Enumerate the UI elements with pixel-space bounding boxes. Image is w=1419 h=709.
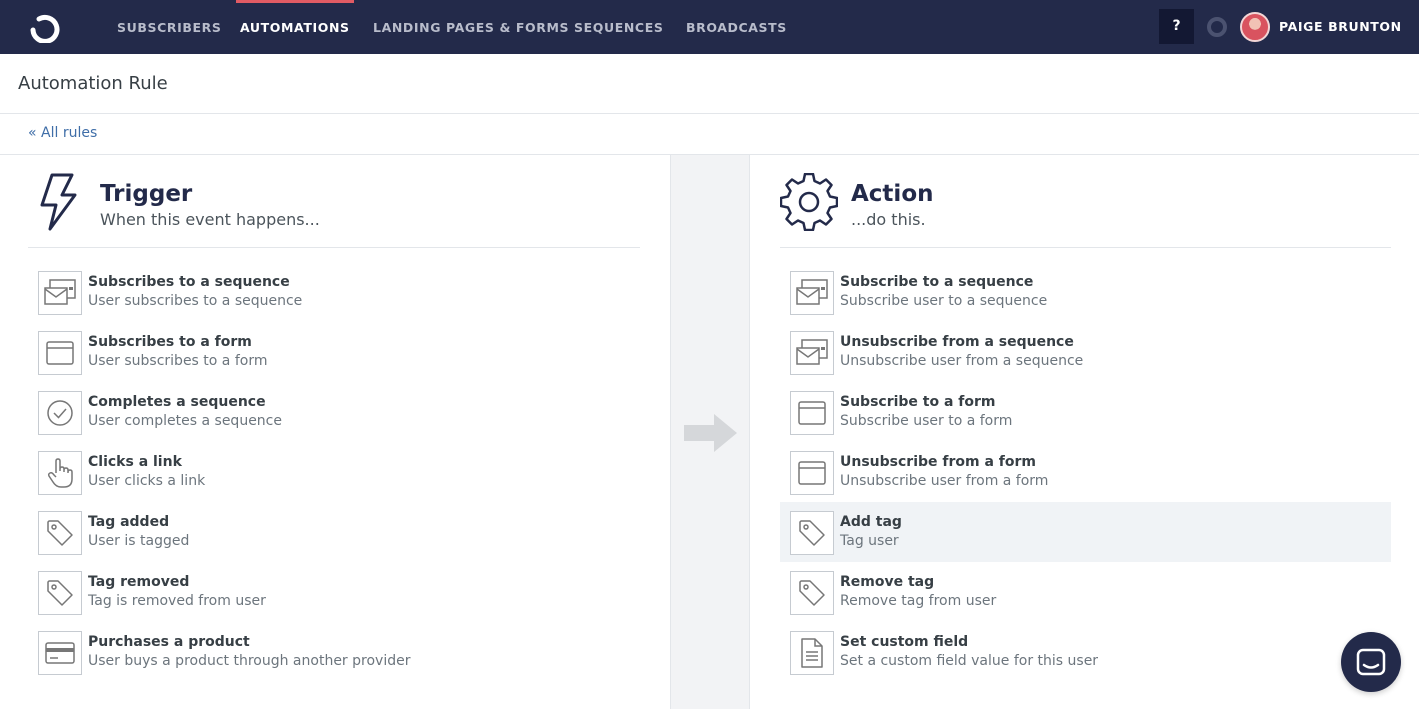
trigger-option-completes-sequence[interactable]: Completes a sequence User completes a se… [28,382,640,442]
option-subtitle: User completes a sequence [88,413,282,429]
chat-widget-button[interactable] [1341,632,1401,692]
trigger-header: Trigger When this event happens... [28,155,640,248]
action-option-add-tag[interactable]: Add tag Tag user [780,502,1391,562]
page-header: Automation Rule [0,54,1419,114]
credit-card-icon [38,631,82,675]
sequence-icon [38,271,82,315]
breadcrumb: « All rules [0,114,1419,155]
option-subtitle: Subscribe user to a form [840,413,1013,429]
option-title: Subscribe to a form [840,394,996,410]
option-subtitle: Unsubscribe user from a sequence [840,353,1084,369]
nav-landing-pages-forms[interactable]: LANDING PAGES & FORMS [373,0,569,54]
option-title: Subscribes to a form [88,334,252,350]
option-title: Tag removed [88,574,190,590]
check-circle-icon [38,391,82,435]
action-title: Action [851,181,934,207]
avatar[interactable] [1240,12,1270,42]
option-subtitle: Subscribe user to a sequence [840,293,1048,309]
option-title: Tag added [88,514,170,530]
option-subtitle: User subscribes to a sequence [88,293,303,309]
trigger-subtitle: When this event happens... [100,210,320,229]
option-subtitle: User clicks a link [88,473,206,489]
option-title: Unsubscribe from a form [840,454,1036,470]
page-title: Automation Rule [18,73,168,94]
option-title: Subscribe to a sequence [840,274,1034,290]
tag-icon [790,511,834,555]
action-option-subscribe-form[interactable]: Subscribe to a form Subscribe user to a … [780,382,1391,442]
sequence-icon [790,271,834,315]
action-header: Action ...do this. [780,155,1391,248]
trigger-option-subscribes-form[interactable]: Subscribes to a form User subscribes to … [28,322,640,382]
document-icon [790,631,834,675]
form-icon [790,391,834,435]
action-option-set-custom-field[interactable]: Set custom field Set a custom field valu… [780,622,1391,682]
pointer-hand-icon [38,451,82,495]
option-title: Purchases a product [88,634,250,650]
action-subtitle: ...do this. [851,210,926,229]
tag-icon [38,511,82,555]
chat-icon [1356,648,1386,676]
trigger-title: Trigger [100,181,193,207]
trigger-option-tag-added[interactable]: Tag added User is tagged [28,502,640,562]
form-icon [38,331,82,375]
logo-icon[interactable] [26,11,64,43]
action-option-subscribe-sequence[interactable]: Subscribe to a sequence Subscribe user t… [780,262,1391,322]
option-subtitle: User is tagged [88,533,190,549]
nav-sequences[interactable]: SEQUENCES [574,0,663,54]
action-option-remove-tag[interactable]: Remove tag Remove tag from user [780,562,1391,622]
option-title: Unsubscribe from a sequence [840,334,1074,350]
sequence-icon [790,331,834,375]
action-option-unsubscribe-form[interactable]: Unsubscribe from a form Unsubscribe user… [780,442,1391,502]
option-title: Remove tag [840,574,935,590]
option-title: Add tag [840,514,902,530]
nav-subscribers[interactable]: SUBSCRIBERS [117,0,221,54]
nav-automations[interactable]: AUTOMATIONS [236,0,354,54]
lightning-bolt-icon [40,173,77,231]
trigger-option-tag-removed[interactable]: Tag removed Tag is removed from user [28,562,640,622]
tag-icon [790,571,834,615]
help-button[interactable]: ? [1159,9,1194,44]
option-title: Completes a sequence [88,394,266,410]
trigger-option-clicks-link[interactable]: Clicks a link User clicks a link [28,442,640,502]
trigger-option-purchases-product[interactable]: Purchases a product User buys a product … [28,622,640,682]
action-option-unsubscribe-sequence[interactable]: Unsubscribe from a sequence Unsubscribe … [780,322,1391,382]
form-icon [790,451,834,495]
tag-icon [38,571,82,615]
option-subtitle: Tag is removed from user [88,593,266,609]
trigger-option-subscribes-sequence[interactable]: Subscribes to a sequence User subscribes… [28,262,640,322]
status-indicator-icon[interactable] [1207,17,1227,37]
arrow-right-icon [684,414,737,452]
option-subtitle: Unsubscribe user from a form [840,473,1049,489]
nav-broadcasts[interactable]: BROADCASTS [686,0,787,54]
option-subtitle: User subscribes to a form [88,353,268,369]
option-title: Clicks a link [88,454,182,470]
option-title: Set custom field [840,634,969,650]
option-subtitle: Tag user [840,533,899,549]
option-subtitle: User buys a product through another prov… [88,653,411,669]
user-name[interactable]: PAIGE BRUNTON [1279,0,1402,54]
option-subtitle: Set a custom field value for this user [840,653,1099,669]
gear-icon [780,173,838,231]
option-subtitle: Remove tag from user [840,593,997,609]
option-title: Subscribes to a sequence [88,274,290,290]
all-rules-link[interactable]: « All rules [28,125,97,141]
top-nav: SUBSCRIBERS AUTOMATIONS LANDING PAGES & … [0,0,1419,54]
